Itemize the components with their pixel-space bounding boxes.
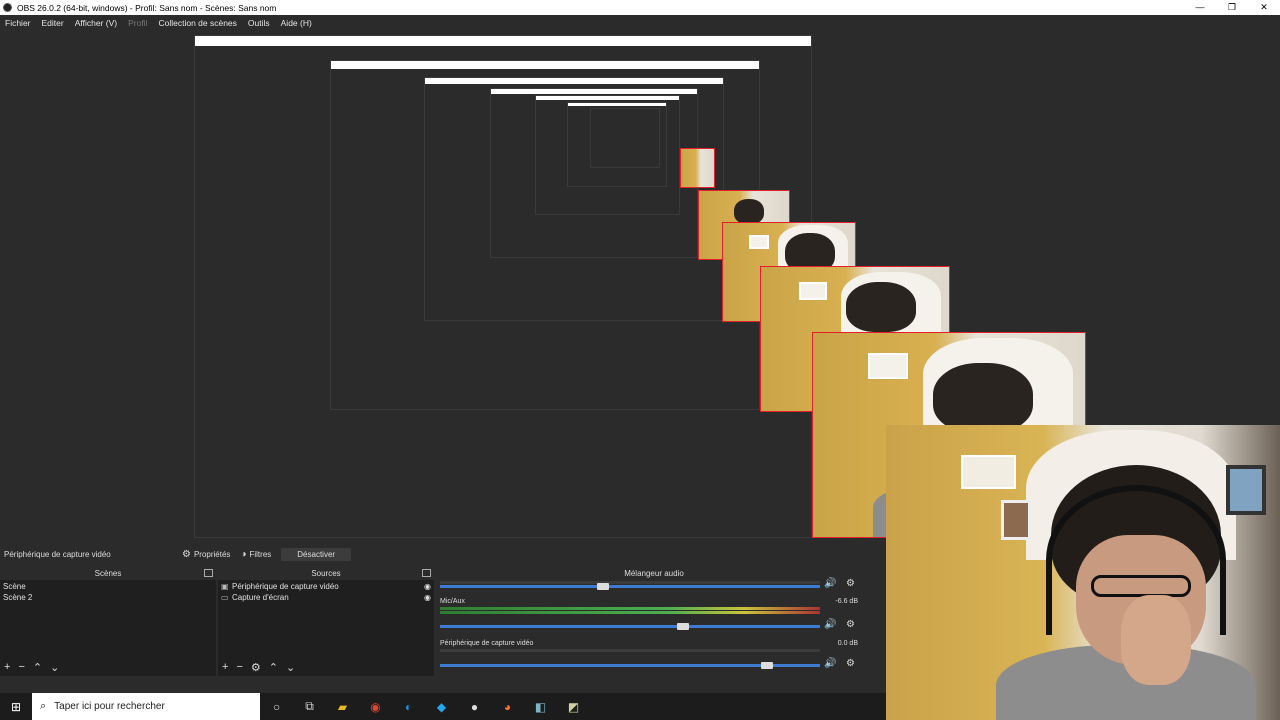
move-down-icon[interactable]: ⌄: [286, 661, 295, 674]
scenes-dock: Scènes Scène Scène 2 + − ⌃ ⌄: [0, 567, 216, 676]
scene-item[interactable]: Scène 2: [3, 592, 213, 603]
properties-button[interactable]: ⚙ Propriétés: [182, 549, 230, 560]
source-item[interactable]: ▭ Capture d'écran ◉: [221, 592, 431, 603]
remove-scene-icon[interactable]: −: [18, 661, 24, 674]
vscode-icon[interactable]: ◆: [425, 700, 458, 714]
menu-editer[interactable]: Editer: [42, 18, 64, 28]
speaker-icon[interactable]: 🔊: [824, 658, 836, 669]
capture-device-volume-slider[interactable]: [440, 662, 820, 669]
explorer-icon[interactable]: ▰: [326, 700, 359, 714]
add-scene-icon[interactable]: +: [4, 661, 10, 674]
task-view-icon[interactable]: ⧉: [293, 699, 326, 714]
gear-icon[interactable]: ⚙: [846, 619, 855, 630]
app2-icon[interactable]: ◩: [557, 700, 590, 714]
desktop-audio-slider[interactable]: [440, 583, 820, 590]
undock-icon[interactable]: [204, 569, 213, 577]
nested-capture-7: [590, 108, 660, 168]
speaker-icon[interactable]: 🔊: [824, 619, 836, 630]
chrome-icon[interactable]: ◉: [359, 700, 392, 714]
gear-icon[interactable]: ⚙: [846, 658, 855, 669]
edge-icon[interactable]: ◐: [392, 700, 425, 714]
menu-profil[interactable]: Profil: [128, 18, 147, 28]
selected-source-label: Périphérique de capture vidéo: [4, 550, 111, 559]
window-title: OBS 26.0.2 (64-bit, windows) - Profil: S…: [17, 2, 277, 13]
menu-afficher[interactable]: Afficher (V): [75, 18, 117, 28]
menu-bar: Fichier Editer Afficher (V) Profil Colle…: [0, 15, 1280, 30]
add-source-icon[interactable]: +: [222, 661, 228, 674]
deactivate-button[interactable]: Désactiver: [281, 548, 352, 561]
speaker-icon[interactable]: 🔊: [824, 578, 836, 589]
channel-name: Périphérique de capture vidéo: [440, 640, 534, 647]
scenes-header: Scènes: [0, 567, 216, 580]
mic-aux-volume-slider[interactable]: [440, 623, 820, 630]
menu-collection[interactable]: Collection de scènes: [158, 18, 236, 28]
sources-dock: Sources ▣ Périphérique de capture vidéo …: [218, 567, 434, 676]
app-icon[interactable]: ◧: [524, 700, 557, 714]
channel-db: 0.0 dB: [837, 640, 858, 647]
filter-icon: ◑: [240, 549, 247, 560]
move-up-icon[interactable]: ⌃: [269, 661, 278, 674]
move-up-icon[interactable]: ⌃: [33, 661, 42, 674]
source-context-bar: Périphérique de capture vidéo ⚙ Propriét…: [0, 546, 886, 563]
sources-header: Sources: [218, 567, 434, 580]
taskbar-search[interactable]: ⌕ Taper ici pour rechercher: [32, 693, 260, 720]
obs-icon[interactable]: ●: [458, 700, 491, 714]
undock-icon[interactable]: [422, 569, 431, 577]
audio-mixer: Mélangeur audio 🔊 ⚙ Mic/Aux -6.6 dB 🔊 ⚙ …: [436, 567, 872, 676]
mixer-header: Mélangeur audio: [436, 567, 872, 580]
maximize-button[interactable]: ❐: [1216, 0, 1248, 15]
firefox-icon[interactable]: ◕: [491, 700, 524, 714]
camera-icon: ▣: [221, 582, 229, 591]
channel-name: Mic/Aux: [440, 598, 465, 605]
minimize-button[interactable]: —: [1184, 0, 1216, 15]
search-icon: ⌕: [40, 700, 47, 712]
scene-item[interactable]: Scène: [3, 581, 213, 592]
windows-taskbar: ⊞ ⌕ Taper ici pour rechercher ○ ⧉ ▰ ◉ ◐ …: [0, 693, 886, 720]
source-settings-icon[interactable]: ⚙: [251, 661, 261, 674]
channel-db: -6.6 dB: [835, 598, 858, 605]
move-down-icon[interactable]: ⌄: [50, 661, 59, 674]
cortana-icon[interactable]: ○: [260, 700, 293, 714]
nested-webcam-4: [680, 148, 715, 188]
gear-icon: ⚙: [182, 549, 191, 560]
filters-button[interactable]: ◑ Filtres: [240, 549, 271, 560]
visibility-eye-icon[interactable]: ◉: [424, 592, 431, 603]
menu-outils[interactable]: Outils: [248, 18, 270, 28]
monitor-icon: ▭: [221, 593, 229, 602]
remove-source-icon[interactable]: −: [236, 661, 242, 674]
obs-logo-icon: [3, 3, 12, 12]
visibility-eye-icon[interactable]: ◉: [424, 581, 431, 592]
windows-start-icon[interactable]: ⊞: [0, 700, 32, 714]
menu-fichier[interactable]: Fichier: [5, 18, 31, 28]
gear-icon[interactable]: ⚙: [846, 578, 855, 589]
menu-aide[interactable]: Aide (H): [281, 18, 312, 28]
webcam-feed: [886, 425, 1280, 720]
close-button[interactable]: ✕: [1248, 0, 1280, 15]
source-item[interactable]: ▣ Périphérique de capture vidéo ◉: [221, 581, 431, 592]
title-bar: OBS 26.0.2 (64-bit, windows) - Profil: S…: [0, 0, 1280, 15]
